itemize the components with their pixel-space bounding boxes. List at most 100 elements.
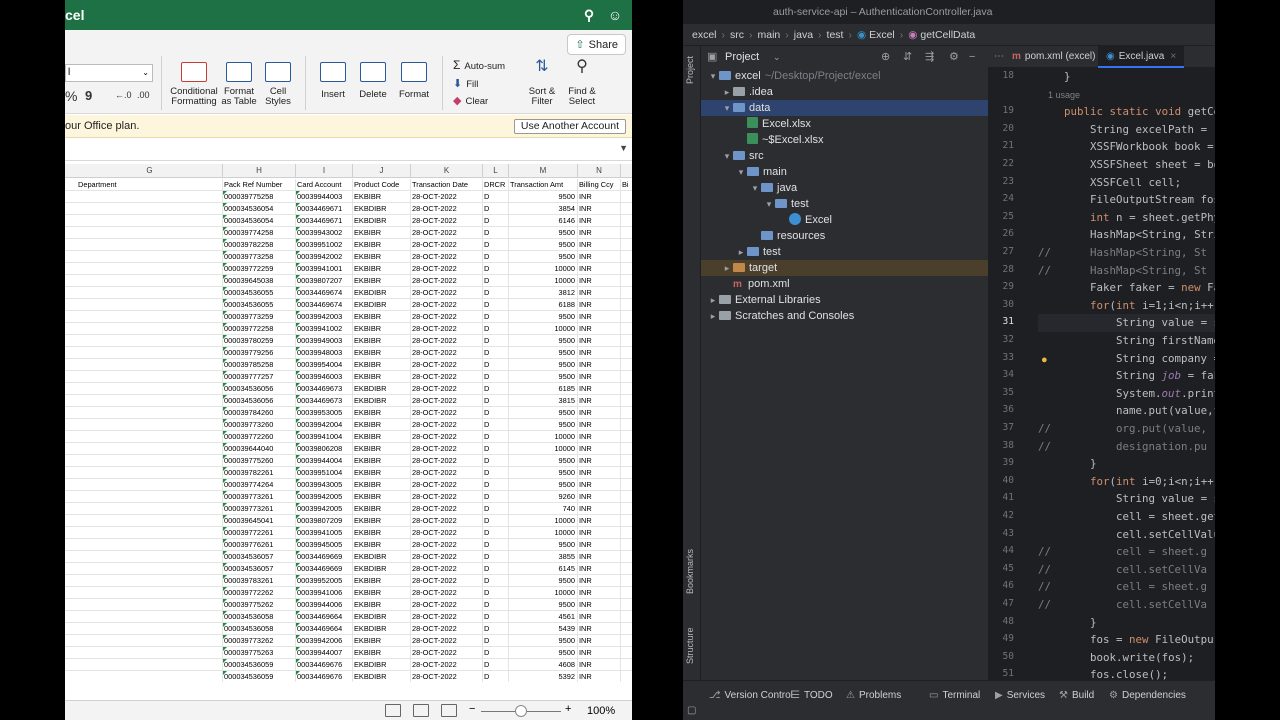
table-cell[interactable]: 28-OCT-2022: [411, 623, 483, 635]
table-cell[interactable]: D: [483, 239, 509, 251]
tree-item[interactable]: m pom.xml: [701, 276, 988, 292]
table-cell[interactable]: 000039774258: [223, 227, 296, 239]
table-cell[interactable]: 00039945005: [296, 539, 353, 551]
department-cell[interactable]: [77, 383, 223, 395]
table-cell[interactable]: 9500: [509, 419, 578, 431]
table-cell[interactable]: D: [483, 299, 509, 311]
table-cell[interactable]: D: [483, 407, 509, 419]
table-cell[interactable]: D: [483, 587, 509, 599]
table-cell[interactable]: EKBIBR: [353, 407, 411, 419]
table-cell[interactable]: 000039644040: [223, 443, 296, 455]
table-cell[interactable]: 9500: [509, 359, 578, 371]
gear-icon[interactable]: ⚙: [949, 46, 959, 68]
increase-decimal-icon[interactable]: .00: [137, 90, 150, 100]
table-cell[interactable]: INR: [578, 443, 621, 455]
table-cell[interactable]: 000039773258: [223, 251, 296, 263]
column-header-m[interactable]: M: [509, 164, 578, 178]
table-cell[interactable]: EKBDIBR: [353, 395, 411, 407]
department-cell[interactable]: [77, 227, 223, 239]
search-icon[interactable]: ⚲: [581, 7, 597, 23]
table-cell[interactable]: 000034536055: [223, 299, 296, 311]
table-cell[interactable]: 10000: [509, 515, 578, 527]
tree-item[interactable]: ▸ .idea: [701, 84, 988, 100]
department-cell[interactable]: [77, 623, 223, 635]
zoom-level[interactable]: 100%: [587, 705, 615, 717]
table-cell[interactable]: 00039954004: [296, 359, 353, 371]
department-cell[interactable]: [77, 359, 223, 371]
table-cell[interactable]: EKBIBR: [353, 635, 411, 647]
table-cell[interactable]: 00039951002: [296, 239, 353, 251]
table-cell[interactable]: D: [483, 443, 509, 455]
more-tabs-icon[interactable]: ⋯: [994, 46, 1004, 68]
table-cell[interactable]: INR: [578, 347, 621, 359]
table-cell[interactable]: D: [483, 431, 509, 443]
table-cell[interactable]: EKBIBR: [353, 227, 411, 239]
zoom-in-icon[interactable]: +: [565, 703, 571, 715]
table-cell[interactable]: 000034536056: [223, 383, 296, 395]
table-cell[interactable]: EKBIBR: [353, 431, 411, 443]
table-cell[interactable]: 00039807209: [296, 515, 353, 527]
table-cell[interactable]: 28-OCT-2022: [411, 671, 483, 682]
table-cell[interactable]: 000039782261: [223, 467, 296, 479]
table-cell[interactable]: 000039773261: [223, 491, 296, 503]
column-header-j[interactable]: J: [353, 164, 411, 178]
table-cell[interactable]: D: [483, 419, 509, 431]
table-cell[interactable]: 10000: [509, 443, 578, 455]
table-cell[interactable]: 3855: [509, 551, 578, 563]
table-cell[interactable]: 6185: [509, 383, 578, 395]
table-cell[interactable]: EKBIBR: [353, 359, 411, 371]
table-cell[interactable]: INR: [578, 491, 621, 503]
table-cell[interactable]: 9500: [509, 539, 578, 551]
table-cell[interactable]: 000034536055: [223, 287, 296, 299]
table-cell[interactable]: 28-OCT-2022: [411, 563, 483, 575]
table-cell[interactable]: INR: [578, 587, 621, 599]
table-cell[interactable]: 10000: [509, 263, 578, 275]
table-cell[interactable]: 000039775258: [223, 191, 296, 203]
table-cell[interactable]: D: [483, 467, 509, 479]
table-cell[interactable]: 28-OCT-2022: [411, 335, 483, 347]
breadcrumb-item[interactable]: src: [730, 29, 744, 41]
table-cell[interactable]: INR: [578, 359, 621, 371]
table-cell[interactable]: D: [483, 611, 509, 623]
table-cell[interactable]: 000039785258: [223, 359, 296, 371]
breadcrumb-item[interactable]: excel: [692, 29, 717, 41]
department-cell[interactable]: [77, 635, 223, 647]
autosum-button[interactable]: Σ Auto-sum: [453, 59, 523, 72]
department-cell[interactable]: [77, 335, 223, 347]
table-cell[interactable]: D: [483, 551, 509, 563]
breadcrumb-item[interactable]: Excel: [869, 29, 895, 41]
table-cell[interactable]: EKBIBR: [353, 491, 411, 503]
chevron-down-icon[interactable]: ▾: [707, 68, 719, 84]
header-cell[interactable]: DRCR: [483, 179, 509, 191]
chevron-down-icon[interactable]: ▾: [735, 164, 747, 180]
table-cell[interactable]: EKBIBR: [353, 515, 411, 527]
table-cell[interactable]: EKBDIBR: [353, 623, 411, 635]
tool-project[interactable]: Project: [685, 56, 695, 84]
tree-item[interactable]: ▾ main: [701, 164, 988, 180]
table-cell[interactable]: 00034469674: [296, 287, 353, 299]
table-cell[interactable]: 28-OCT-2022: [411, 275, 483, 287]
table-cell[interactable]: EKBIBR: [353, 275, 411, 287]
table-cell[interactable]: D: [483, 599, 509, 611]
table-cell[interactable]: 00034469674: [296, 299, 353, 311]
table-cell[interactable]: INR: [578, 287, 621, 299]
table-cell[interactable]: 000039645038: [223, 275, 296, 287]
table-cell[interactable]: D: [483, 371, 509, 383]
table-cell[interactable]: D: [483, 575, 509, 587]
table-cell[interactable]: 00039952005: [296, 575, 353, 587]
table-cell[interactable]: 00039944007: [296, 647, 353, 659]
table-cell[interactable]: D: [483, 359, 509, 371]
table-cell[interactable]: INR: [578, 563, 621, 575]
normal-view-icon[interactable]: [385, 704, 401, 717]
table-cell[interactable]: EKBIBR: [353, 443, 411, 455]
table-cell[interactable]: 28-OCT-2022: [411, 251, 483, 263]
table-cell[interactable]: 28-OCT-2022: [411, 407, 483, 419]
find-select-button[interactable]: ⚲ Find & Select: [563, 59, 601, 107]
department-cell[interactable]: [77, 647, 223, 659]
table-cell[interactable]: 00039948003: [296, 347, 353, 359]
table-cell[interactable]: 4608: [509, 659, 578, 671]
table-cell[interactable]: 9500: [509, 227, 578, 239]
table-cell[interactable]: 000039772258: [223, 323, 296, 335]
table-cell[interactable]: EKBIBR: [353, 419, 411, 431]
tool-dependencies[interactable]: ⚙ Dependencies: [1109, 690, 1186, 701]
